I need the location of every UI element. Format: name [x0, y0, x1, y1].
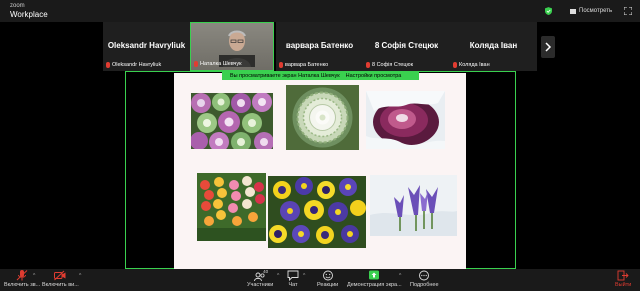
participant-tile[interactable]: Oleksandr Havryliuk Oleksandr Havryliuk: [103, 22, 190, 71]
video-label: Включить ви...: [42, 282, 79, 288]
participant-name: Коляда Іван: [469, 41, 518, 50]
app-brand: zoom Workplace: [10, 2, 48, 19]
snapdragon-photo: [197, 173, 266, 241]
participants-count: 40: [263, 269, 269, 274]
banner-text: Вы просматриваете экран Наталка Шевчук: [230, 72, 340, 79]
participant-name: варвара Батенко: [285, 41, 354, 50]
chat-button[interactable]: Чат: [287, 270, 299, 288]
participant-name: 8 Софія Стецюк: [374, 41, 439, 50]
video-button[interactable]: Включить ви...: [42, 270, 79, 288]
mic-muted-icon: [194, 61, 198, 67]
participants-options-caret[interactable]: ^: [277, 273, 279, 279]
crocus-photo: [370, 175, 457, 236]
participant-name: Oleksandr Havryliuk: [107, 41, 186, 50]
share-screen-button[interactable]: Демонстрация экра...: [347, 270, 402, 288]
brand-workplace: Workplace: [10, 10, 48, 19]
participant-label: Наталка Шевчук: [200, 61, 242, 67]
video-options-caret[interactable]: ^: [79, 273, 81, 279]
participant-tile[interactable]: варвара Батенко варвара Батенко: [276, 22, 363, 71]
share-screen-icon: [369, 270, 380, 280]
white-cabbage-rosette-photo: [286, 85, 359, 150]
fullscreen-icon[interactable]: [624, 7, 632, 15]
viewing-screen-banner[interactable]: Вы просматриваете экран Наталка Шевчук Н…: [222, 71, 419, 80]
strip-next-button[interactable]: [541, 36, 555, 58]
reactions-icon: [322, 270, 333, 281]
leave-label: Выйти: [615, 282, 632, 288]
reactions-button[interactable]: Реакции: [317, 270, 338, 288]
participant-tile-video[interactable]: Наталка Шевчук: [190, 22, 274, 71]
view-icon: [570, 8, 576, 14]
pansies-photo: [268, 176, 366, 248]
chevron-right-icon: [545, 42, 552, 52]
participant-label: варвара Батенко: [285, 62, 329, 68]
purple-cabbage-snow-photo: [366, 91, 445, 149]
title-bar: zoom Workplace Посмотреть: [0, 0, 640, 22]
more-label: Подробнее: [410, 282, 439, 288]
mic-muted-icon: [366, 62, 370, 68]
participant-tile[interactable]: 8 Софія Стецюк 8 Софія Стецюк: [363, 22, 450, 71]
shared-slide: [174, 73, 466, 269]
share-screen-label: Демонстрация экра...: [347, 282, 402, 288]
leave-button[interactable]: Выйти: [615, 270, 631, 288]
mic-muted-icon: [16, 270, 28, 281]
ornamental-cabbage-photo: [191, 93, 273, 149]
participants-button[interactable]: 40 Участники: [247, 269, 273, 288]
mute-label: Включить зв...: [4, 282, 41, 288]
mic-muted-icon: [453, 62, 457, 68]
reactions-label: Реакции: [317, 282, 339, 288]
view-button[interactable]: Посмотреть: [570, 8, 612, 14]
brand-zoom: zoom: [10, 3, 25, 9]
chat-options-caret[interactable]: ^: [303, 273, 305, 279]
leave-icon: [617, 270, 629, 281]
view-settings-link[interactable]: Настройки просмотра: [346, 73, 402, 79]
participant-label: 8 Софія Стецюк: [372, 62, 414, 68]
mute-options-caret[interactable]: ^: [33, 273, 35, 279]
mic-muted-icon: [106, 62, 110, 68]
participant-strip: Oleksandr Havryliuk Oleksandr Havryliuk …: [0, 22, 640, 71]
shield-icon[interactable]: [545, 7, 552, 15]
meeting-toolbar: Включить зв... ^ Включить ви... ^ 40 Уча…: [0, 269, 640, 291]
participant-label: Oleksandr Havryliuk: [112, 62, 162, 68]
more-icon: [419, 270, 430, 281]
video-off-icon: [54, 270, 66, 281]
more-button[interactable]: Подробнее: [410, 270, 439, 288]
participant-tile[interactable]: Коляда Іван Коляда Іван: [450, 22, 537, 71]
participant-label: Коляда Іван: [459, 62, 490, 68]
chat-icon: [287, 270, 299, 281]
share-options-caret[interactable]: ^: [399, 273, 401, 279]
view-label: Посмотреть: [579, 8, 613, 14]
chat-label: Чат: [288, 282, 298, 288]
mic-muted-icon: [279, 62, 283, 68]
